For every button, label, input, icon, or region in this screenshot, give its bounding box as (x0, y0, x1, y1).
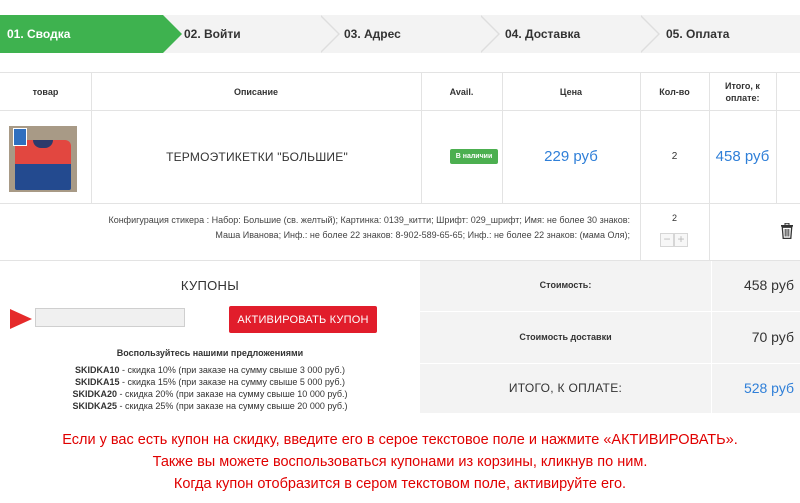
product-thumbnail[interactable] (9, 126, 77, 192)
header-total-line2: оплате: (725, 93, 760, 103)
coupon-code[interactable]: SKIDKA15 (75, 377, 120, 387)
coupon-description: - скидка 15% (при заказе на сумму свыше … (119, 377, 345, 387)
subtotal-value: 458 руб (743, 277, 794, 293)
summary-row-divider (420, 363, 800, 364)
instruction-line-3: Когда купон отобразится в сером текстово… (173, 476, 627, 492)
summary-row-divider (420, 311, 800, 312)
offers-title: Воспользуйтесь нашими предложениями (116, 348, 304, 358)
checkout-steps: 01. Сводка 02. Войти 03. Адрес 04. Доста… (0, 15, 800, 53)
header-total-line1: Итого, к (725, 81, 760, 91)
coupons-title: КУПОНЫ (180, 278, 240, 293)
coupon-description: - скидка 20% (при заказе на сумму свыше … (117, 389, 348, 399)
coupon-code[interactable]: SKIDKA25 (72, 401, 117, 411)
header-divider (0, 110, 800, 111)
step-address[interactable]: 03. Адрес (344, 15, 401, 53)
grand-total-label: ИТОГО, К ОПЛАТЕ: (508, 381, 623, 395)
header-qty: Кол-во (659, 87, 690, 97)
product-price: 229 руб (544, 148, 598, 165)
step-delivery[interactable]: 04. Доставка (505, 15, 580, 53)
row-divider (0, 203, 800, 204)
line-total: 458 руб (715, 148, 770, 165)
grand-total-value: 528 руб (743, 380, 794, 396)
plus-icon: + (677, 232, 685, 246)
label-tag-image (13, 128, 27, 146)
config-quantity: 2 (671, 213, 677, 223)
coupon-description: - скидка 25% (при заказе на сумму свыше … (117, 401, 348, 411)
coupon-code[interactable]: SKIDKA20 (72, 389, 117, 399)
coupon-offer-skidka15[interactable]: SKIDKA15 - скидка 15% (при заказе на сум… (0, 376, 420, 388)
cart-table: товар Описание Avail. Цена Кол-во Итого,… (0, 72, 800, 260)
sticker-configuration: Конфигурация стикера : Набор: Большие (с… (92, 213, 630, 243)
header-price: Цена (559, 87, 583, 97)
coupon-code[interactable]: SKIDKA10 (75, 365, 120, 375)
config-line-1: Конфигурация стикера : Набор: Большие (с… (108, 215, 630, 225)
coupon-offer-skidka20[interactable]: SKIDKA20 - скидка 20% (при заказе на сум… (0, 388, 420, 400)
header-avail: Avail. (449, 87, 474, 97)
header-total: Итого, к оплате: (709, 80, 776, 104)
shipping-value: 70 руб (751, 329, 794, 345)
decrease-quantity-button[interactable]: − (660, 233, 674, 247)
coupon-code-input[interactable] (35, 308, 185, 327)
order-summary: Стоимость: 458 руб Стоимость доставки 70… (420, 260, 800, 414)
coupon-offer-skidka25[interactable]: SKIDKA25 - скидка 25% (при заказе на сум… (0, 400, 420, 412)
step-separator-fill (639, 15, 658, 53)
header-description: Описание (233, 87, 279, 97)
instruction-line-1: Если у вас есть купон на скидку, введите… (62, 432, 738, 448)
coupon-offer-skidka10[interactable]: SKIDKA10 - скидка 10% (при заказе на сум… (0, 364, 420, 376)
product-quantity: 2 (671, 151, 678, 162)
coupon-description: - скидка 10% (при заказе на сумму свыше … (119, 365, 345, 375)
step-separator-fill (479, 15, 498, 53)
header-product: товар (32, 87, 59, 97)
step-summary[interactable]: 01. Сводка (0, 15, 182, 53)
coupons-panel: КУПОНЫ АКТИВИРОВАТЬ КУПОН Воспользуйтесь… (0, 260, 420, 413)
step-login[interactable]: 02. Войти (184, 15, 241, 53)
play-arrow-icon (10, 309, 32, 329)
column-divider (640, 73, 641, 260)
step-payment[interactable]: 05. Оплата (666, 15, 729, 53)
subtotal-label: Стоимость: (539, 280, 592, 290)
config-line-2: Маша Иванова; Инф.: не более 22 знаков: … (215, 230, 630, 240)
step-separator-fill (319, 15, 338, 53)
instruction-line-2: Также вы можете воспользоваться купонами… (152, 454, 648, 470)
minus-icon: − (663, 232, 671, 246)
product-name[interactable]: ТЕРМОЭТИКЕТКИ "БОЛЬШИЕ" (92, 150, 422, 164)
availability-badge: В наличии (450, 149, 498, 164)
activate-coupon-button[interactable]: АКТИВИРОВАТЬ КУПОН (229, 306, 377, 333)
shipping-label: Стоимость доставки (519, 332, 612, 342)
column-divider (776, 73, 777, 203)
trash-icon[interactable] (780, 223, 794, 239)
increase-quantity-button[interactable]: + (674, 233, 688, 247)
